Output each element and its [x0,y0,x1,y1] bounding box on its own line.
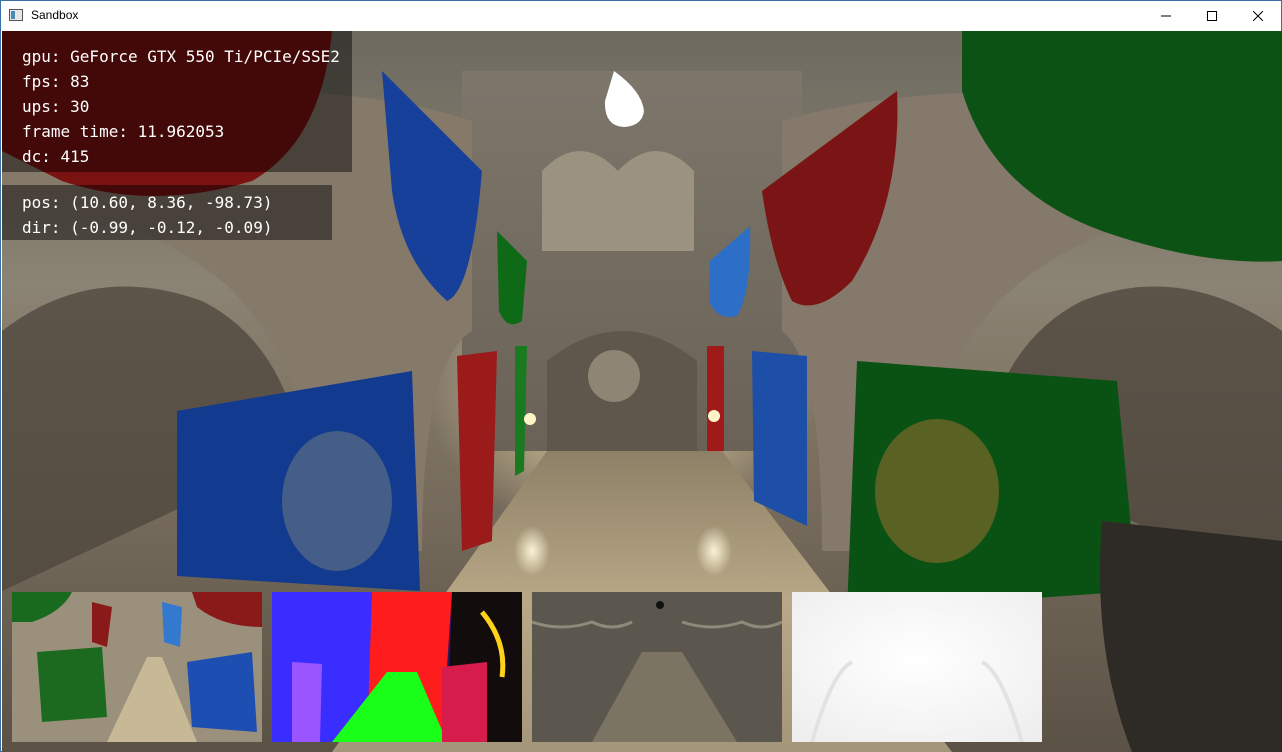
gbuffer-depth-preview [792,592,1042,742]
render-viewport[interactable]: gpu: GeForce GTX 550 Ti/PCIe/SSE2 fps: 8… [2,31,1282,752]
frame-time-label: frame time: 11.962053 [22,122,225,141]
plant-right-foreground [1100,521,1282,752]
close-button[interactable] [1235,1,1281,31]
banner-left-red [457,351,497,551]
gbuffer-normal-preview [272,592,522,742]
minimize-button[interactable] [1143,1,1189,31]
fps-label: fps: 83 [22,72,90,91]
window-title: Sandbox [31,8,79,22]
banner-right-emblem [875,419,999,563]
app-window-icon [9,9,23,21]
maximize-icon [1207,11,1217,21]
lamp-right [708,410,720,422]
draw-calls-label: dc: 415 [22,147,90,166]
close-icon [1253,11,1263,21]
floor-light-right [696,526,732,576]
ups-label: ups: 30 [22,97,90,116]
gbuffer-albedo-preview [12,592,262,742]
banner-left-emblem [282,431,392,571]
camera-dir-label: dir: (-0.99, -0.12, -0.09) [22,218,273,237]
lion-medallion [588,350,640,402]
minimize-icon [1161,15,1171,17]
lamp-left [524,413,536,425]
camera-pos-label: pos: (10.60, 8.36, -98.73) [22,193,273,212]
maximize-button[interactable] [1189,1,1235,31]
floor-light-left [514,526,550,576]
camera-panel: pos: (10.60, 8.36, -98.73) dir: (-0.99, … [2,185,332,240]
stats-panel: gpu: GeForce GTX 550 Ti/PCIe/SSE2 fps: 8… [2,31,352,172]
banner-right-red [707,346,724,451]
title-bar[interactable]: Sandbox [1,1,1281,31]
banner-left-green [515,346,527,476]
sandbox-window: Sandbox gpu: GeForce GTX 550 Ti/PCIe/SSE… [0,0,1282,752]
gbuffer-material-preview [532,592,782,742]
gpu-label: gpu: GeForce GTX 550 Ti/PCIe/SSE2 [22,47,340,66]
banner-right-blue [752,351,807,526]
